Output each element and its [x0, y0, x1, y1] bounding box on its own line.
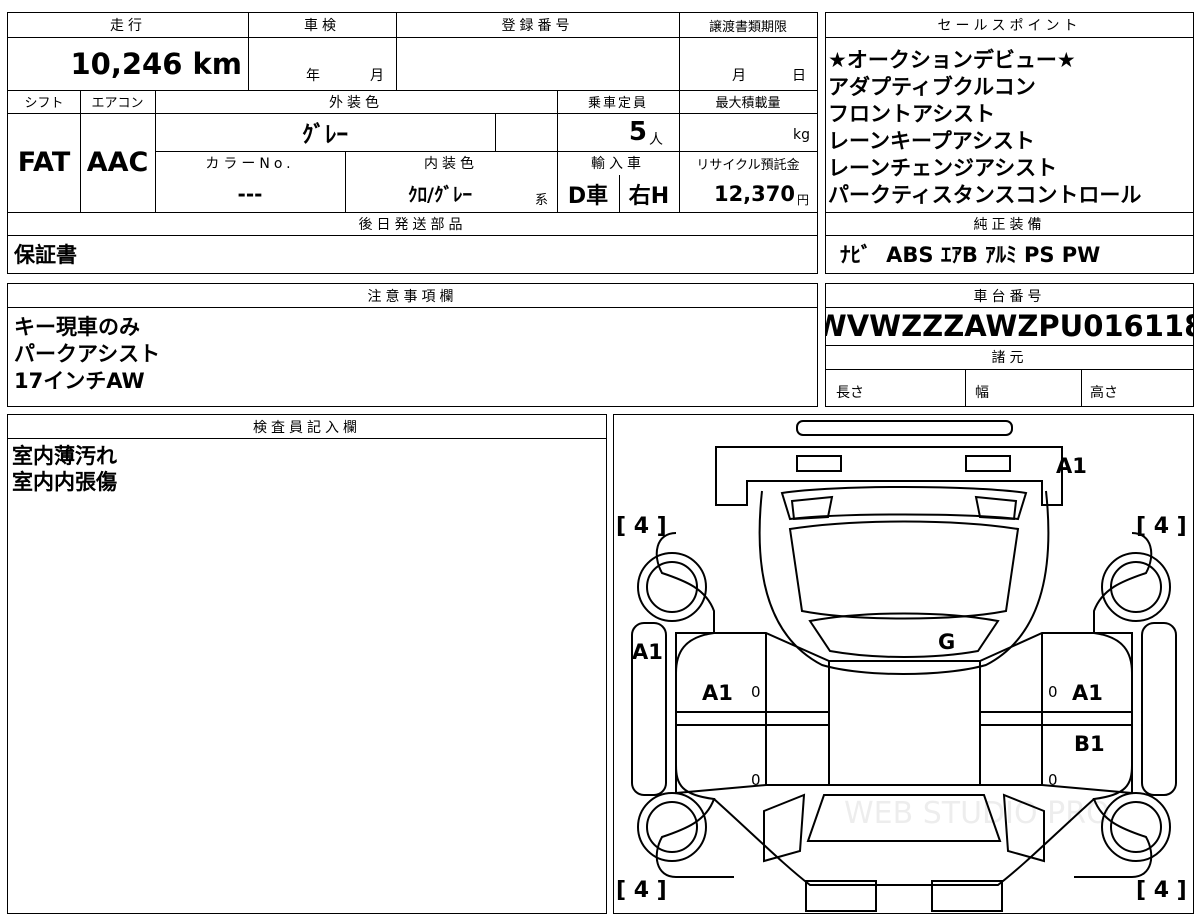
sales-point-item: パークティスタンスコントロール — [828, 183, 1142, 207]
damage-mark-left-side: A1 — [632, 640, 663, 664]
inspector-note-item: 室内内張傷 — [12, 470, 117, 494]
interior-color-value: ｸﾛ/ｸﾞﾚｰ — [408, 184, 472, 206]
door-mark: 0 — [1048, 683, 1058, 701]
capacity-header: 乗車定員 — [587, 96, 648, 111]
transfer-month-unit: 月 — [732, 68, 746, 84]
door-mark: 0 — [1048, 771, 1058, 789]
recycle-unit: 円 — [797, 193, 810, 207]
later-parts-value: 保証書 — [14, 243, 77, 267]
sales-point-item: アダプティブクルコン — [828, 75, 1036, 99]
max-load-header: 最大積載量 — [715, 96, 781, 111]
inspector-panel: 検査員記入欄 室内薄汚れ 室内内張傷 — [7, 414, 607, 914]
specs-header: 諸元 — [991, 350, 1028, 366]
genuine-equipment-header: 純正装備 — [973, 216, 1046, 233]
sales-points-panel: セールスポイント ★オークションデビュー★ アダプティブクルコン フロントアシス… — [825, 12, 1194, 274]
transfer-day-unit: 日 — [792, 68, 806, 84]
max-load-unit: kg — [793, 127, 810, 143]
chassis-panel: 車台番号 WVWZZZAWZPU016118 諸元 長さ 幅 高さ — [825, 283, 1194, 407]
door-mark: 0 — [751, 683, 761, 701]
notes-panel: 注意事項欄 キー現車のみ パークアシスト 17インチAW — [7, 283, 818, 407]
damage-mark-rear: A1 — [1056, 454, 1087, 478]
exterior-color-value: ｸﾞﾚｰ — [302, 122, 348, 148]
car-diagram: [ 4 ] [ 4 ] [ 4 ] [ 4 ] A1 G A1 A1 A1 B1… — [616, 420, 1187, 912]
recycle-header: リサイクル預託金 — [696, 157, 800, 173]
door-mark: 0 — [751, 771, 761, 789]
car-diagram-panel: [ 4 ] [ 4 ] [ 4 ] [ 4 ] A1 G A1 A1 A1 B1… — [613, 414, 1194, 914]
import-header: 輸入車 — [591, 156, 645, 172]
tire-label-rear-left: [ 4 ] — [616, 514, 667, 539]
sales-points-list: ★オークションデビュー★ アダプティブクルコン フロントアシスト レーンキープア… — [828, 47, 1141, 209]
damage-mark-roof: G — [938, 630, 955, 654]
recycle-value: 12,370 — [713, 181, 795, 206]
color-no-header: カラーNo. — [205, 156, 295, 172]
interior-color-header: 内装色 — [424, 156, 478, 172]
shift-header: シフト — [24, 96, 64, 111]
capacity-unit: 人 — [649, 132, 663, 148]
chassis-number: WVWZZZAWZPU016118 — [826, 309, 1193, 343]
damage-mark-right-front-door: A1 — [1072, 681, 1103, 705]
steering-value: 右H — [628, 183, 670, 209]
mileage-header: 走行 — [110, 18, 146, 34]
width-label: 幅 — [975, 385, 989, 401]
note-item: キー現車のみ — [14, 315, 140, 339]
sales-point-item: レーンチェンジアシスト — [828, 156, 1058, 180]
chassis-header: 車台番号 — [973, 288, 1046, 305]
mileage-value: 10,246 km — [70, 46, 242, 81]
sales-point-item: レーンキープアシスト — [828, 129, 1035, 153]
capacity-value: 5 — [628, 117, 647, 147]
registration-header: 登録番号 — [501, 18, 574, 34]
notes-list: キー現車のみ パークアシスト 17インチAW — [14, 314, 160, 395]
tire-label-front-right: [ 4 ] — [1136, 878, 1187, 903]
note-item: 17インチAW — [14, 369, 145, 393]
notes-header: 注意事項欄 — [367, 288, 458, 305]
inspection-header: 車検 — [304, 18, 340, 34]
inspection-year-unit: 年 — [306, 68, 320, 84]
import-value: D車 — [567, 183, 609, 209]
height-label: 高さ — [1090, 385, 1118, 401]
length-label: 長さ — [836, 385, 864, 401]
inspector-note-item: 室内薄汚れ — [12, 444, 117, 468]
genuine-equipment-value: ﾅﾋﾞ ABS ｴｱB ｱﾙﾐ PS PW — [840, 243, 1101, 267]
sales-point-item: ★オークションデビュー★ — [828, 48, 1076, 72]
aircon-header: エアコン — [91, 96, 144, 111]
inspector-header: 検査員記入欄 — [253, 419, 361, 436]
inspector-notes: 室内薄汚れ 室内内張傷 — [12, 443, 117, 495]
sales-points-header: セールスポイント — [937, 18, 1082, 34]
exterior-color-header: 外装色 — [329, 94, 383, 111]
later-parts-header: 後日発送部品 — [358, 216, 467, 233]
damage-mark-right-rear-door: B1 — [1074, 732, 1105, 756]
transfer-deadline-header: 譲渡書類期限 — [708, 19, 787, 35]
inspection-month-unit: 月 — [370, 68, 384, 84]
color-no-value: --- — [237, 181, 263, 206]
note-item: パークアシスト — [14, 342, 161, 366]
sales-point-item: フロントアシスト — [828, 102, 996, 126]
interior-color-suffix: 系 — [535, 193, 549, 208]
watermark-text: WEB STUDIO PRO — [844, 796, 1110, 831]
tire-label-front-left: [ 4 ] — [616, 878, 667, 903]
shift-value: FAT — [17, 147, 71, 178]
aircon-value: AAC — [86, 147, 149, 178]
tire-label-rear-right: [ 4 ] — [1136, 514, 1187, 539]
vehicle-info-table: 走行 車検 登録番号 譲渡書類期限 10,246 km 年 月 月 日 シフト … — [7, 12, 818, 274]
damage-mark-left-front-door: A1 — [702, 681, 733, 705]
